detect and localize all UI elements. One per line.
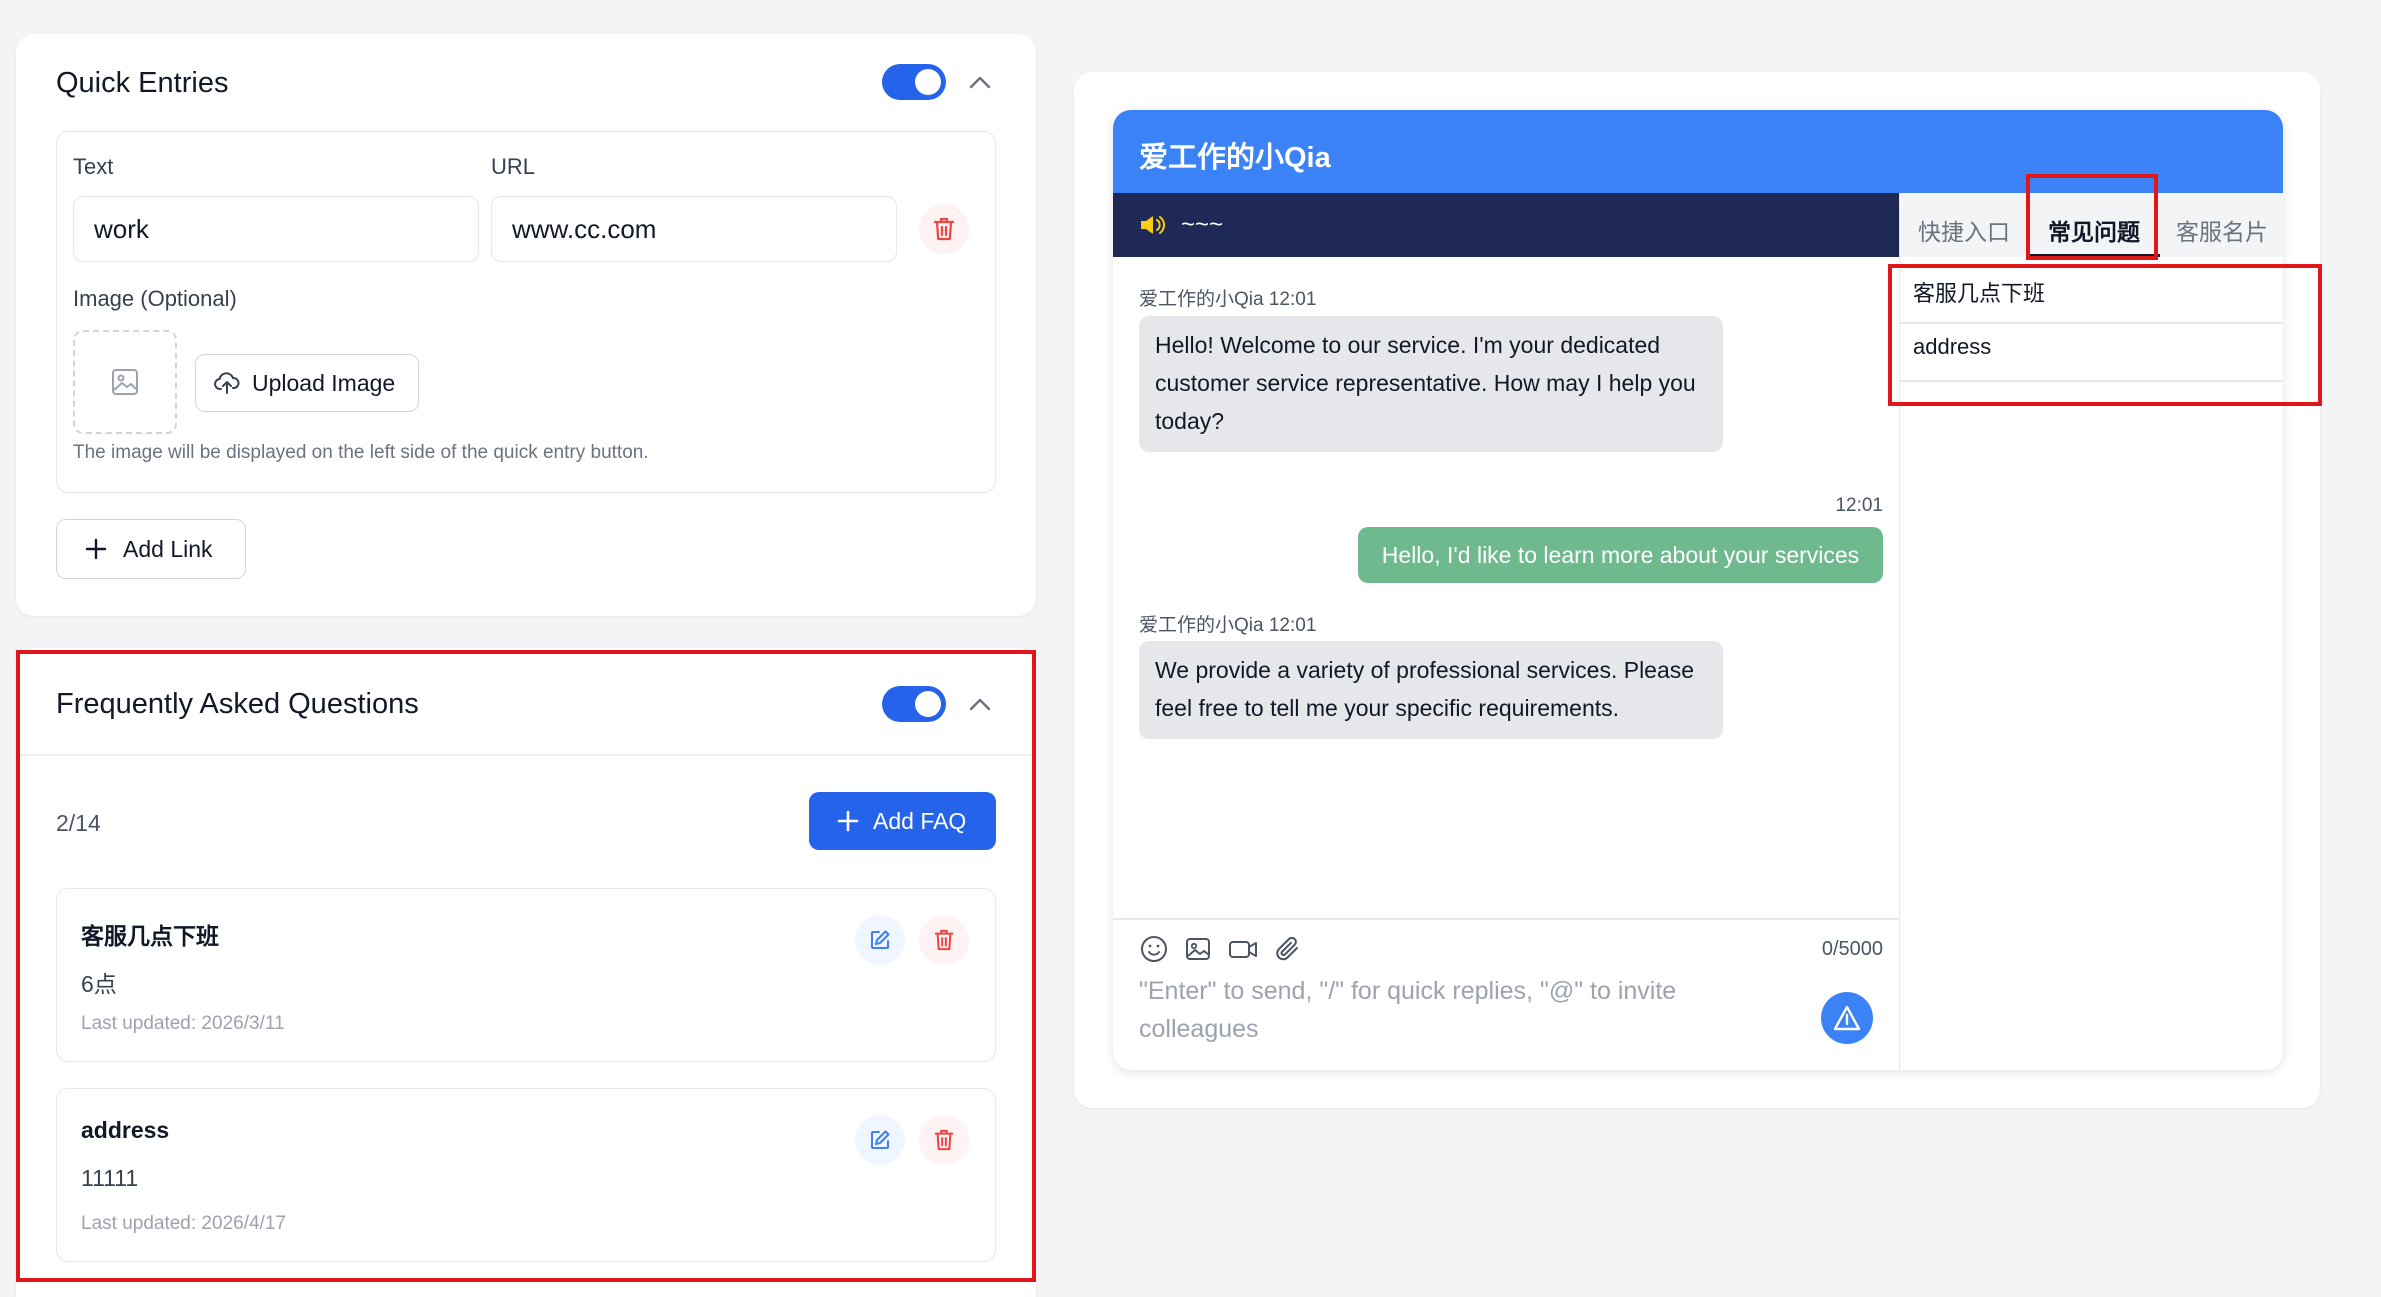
add-link-button[interactable]: Add Link [56,519,246,579]
chat-header-title: 爱工作的小Qia [1139,142,1331,174]
chevron-up-icon[interactable] [962,64,998,100]
picture-icon[interactable] [1183,934,1213,964]
quick-entries-title: Quick Entries [56,67,229,99]
delete-entry-button[interactable] [919,204,969,254]
user-message: Hello, I'd like to learn more about your… [1358,527,1883,583]
quick-entry-item: Text URL work www.cc.com Image (Optional… [56,131,996,493]
image-placeholder[interactable] [73,330,177,434]
message-sender: 爱工作的小Qia 12:01 [1139,615,1317,636]
trash-icon [933,217,955,241]
text-input[interactable]: work [73,196,479,262]
char-counter: 0/5000 [1821,938,1883,960]
notice-text: ~~~ [1181,211,1224,238]
add-link-label: Add Link [123,535,213,562]
quick-entries-card: Quick Entries Text URL work www.cc.com I… [16,34,1036,616]
agent-message: We provide a variety of professional ser… [1139,641,1723,739]
upload-cloud-icon [214,372,240,394]
url-input[interactable]: www.cc.com [491,196,897,262]
image-hint: The image will be displayed on the left … [73,442,649,463]
speaker-icon [1141,216,1165,234]
faq-highlight-box [16,650,1036,1282]
notice-bar: ~~~ [1113,193,1899,257]
send-icon [1833,1005,1861,1031]
tab-quick-entries[interactable]: 快捷入口 [1918,213,2010,247]
message-time: 12:01 [1835,495,1883,516]
message-input[interactable]: "Enter" to send, "/" for quick replies, … [1139,972,1739,1048]
send-button[interactable] [1821,992,1873,1044]
image-icon [112,369,138,395]
image-label: Image (Optional) [73,286,237,311]
quick-entries-toggle[interactable] [882,64,946,100]
agent-message: Hello! Welcome to our service. I'm your … [1139,316,1723,452]
plus-icon [85,538,107,560]
tab-highlight-box [2026,174,2158,260]
url-label: URL [491,154,536,179]
video-icon[interactable] [1227,934,1259,964]
emoji-icon[interactable] [1139,934,1169,964]
composer-divider [1113,918,1899,920]
text-label: Text [73,154,114,179]
upload-image-button[interactable]: Upload Image [195,354,419,412]
message-sender: 爱工作的小Qia 12:01 [1139,289,1317,310]
tab-contact-card[interactable]: 客服名片 [2176,213,2268,247]
paperclip-icon[interactable] [1273,934,1303,964]
faq-list-highlight-box [1888,264,2322,406]
upload-image-label: Upload Image [252,369,396,396]
